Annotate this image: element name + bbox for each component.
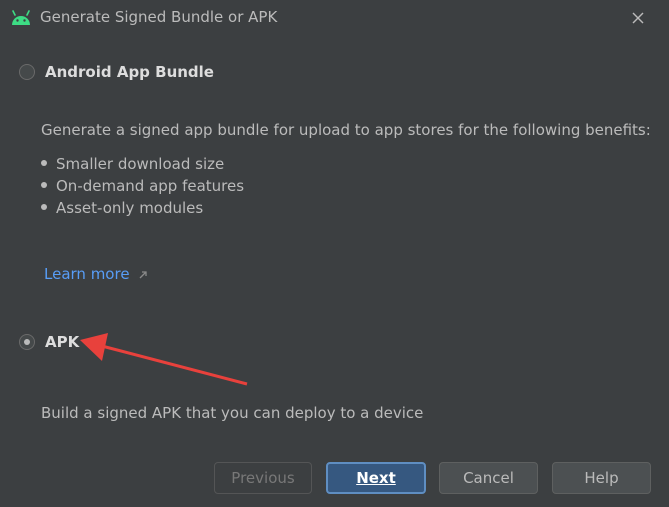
radio-button[interactable] [19,64,35,80]
previous-button[interactable]: Previous [214,462,312,494]
radio-android-app-bundle[interactable]: Android App Bundle [19,62,214,82]
radio-label-apk: APK [45,333,80,351]
bundle-description: Generate a signed app bundle for upload … [41,121,651,139]
external-link-icon [139,270,147,278]
help-button[interactable]: Help [552,462,651,494]
list-item: Asset-only modules [41,197,244,219]
title-bar: Generate Signed Bundle or APK [0,0,669,36]
learn-more-label: Learn more [44,265,130,283]
window-title: Generate Signed Bundle or APK [40,8,278,26]
benefits-list: Smaller download size On-demand app feat… [41,153,244,219]
next-button-label: Next [356,469,396,487]
list-item: Smaller download size [41,153,244,175]
next-button[interactable]: Next [326,462,426,494]
cancel-button[interactable]: Cancel [439,462,538,494]
radio-button[interactable] [19,334,35,350]
radio-label-bundle: Android App Bundle [45,63,214,81]
apk-description: Build a signed APK that you can deploy t… [41,404,424,422]
learn-more-link[interactable]: Learn more [44,265,148,283]
android-icon [12,10,30,25]
list-item: On-demand app features [41,175,244,197]
close-icon[interactable] [628,8,648,28]
radio-apk[interactable]: APK [19,332,79,352]
